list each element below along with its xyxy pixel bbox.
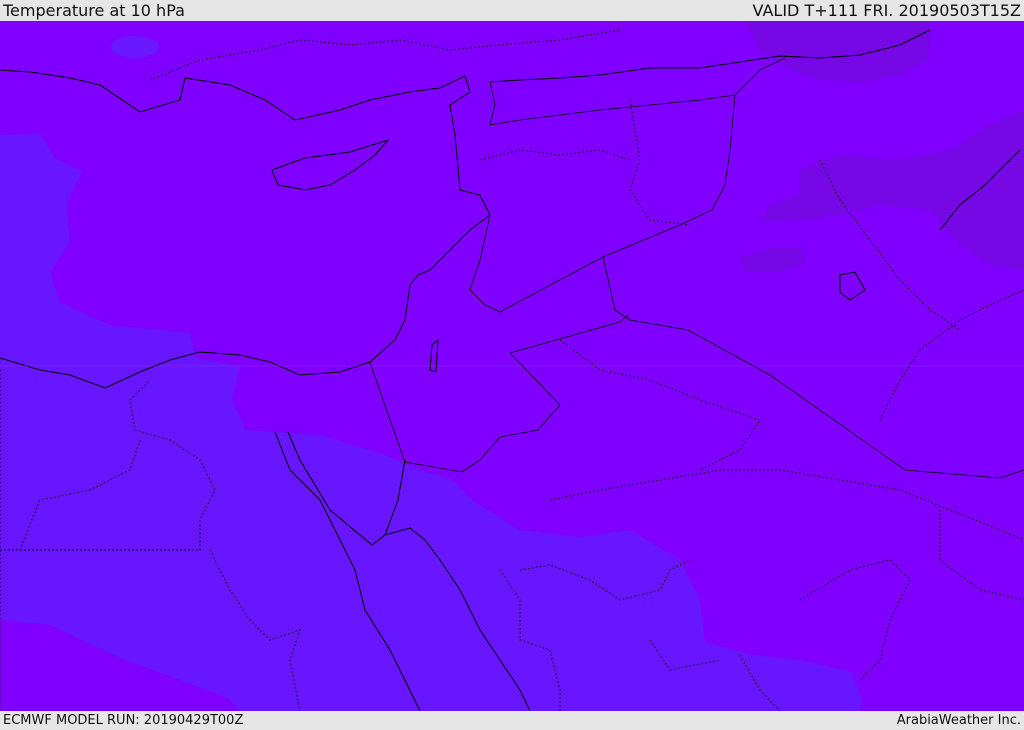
footer-bar: ECMWF MODEL RUN: 20190429T00Z ArabiaWeat… bbox=[0, 711, 1024, 729]
map-title: Temperature at 10 hPa bbox=[3, 1, 185, 20]
temperature-map bbox=[0, 21, 1024, 711]
credit: ArabiaWeather Inc. bbox=[896, 713, 1021, 728]
header-bar: Temperature at 10 hPa VALID T+111 FRI. 2… bbox=[0, 0, 1024, 21]
valid-time: VALID T+111 FRI. 20190503T15Z bbox=[752, 1, 1021, 20]
cool-patch bbox=[111, 36, 159, 58]
model-run: ECMWF MODEL RUN: 20190429T00Z bbox=[3, 713, 244, 728]
